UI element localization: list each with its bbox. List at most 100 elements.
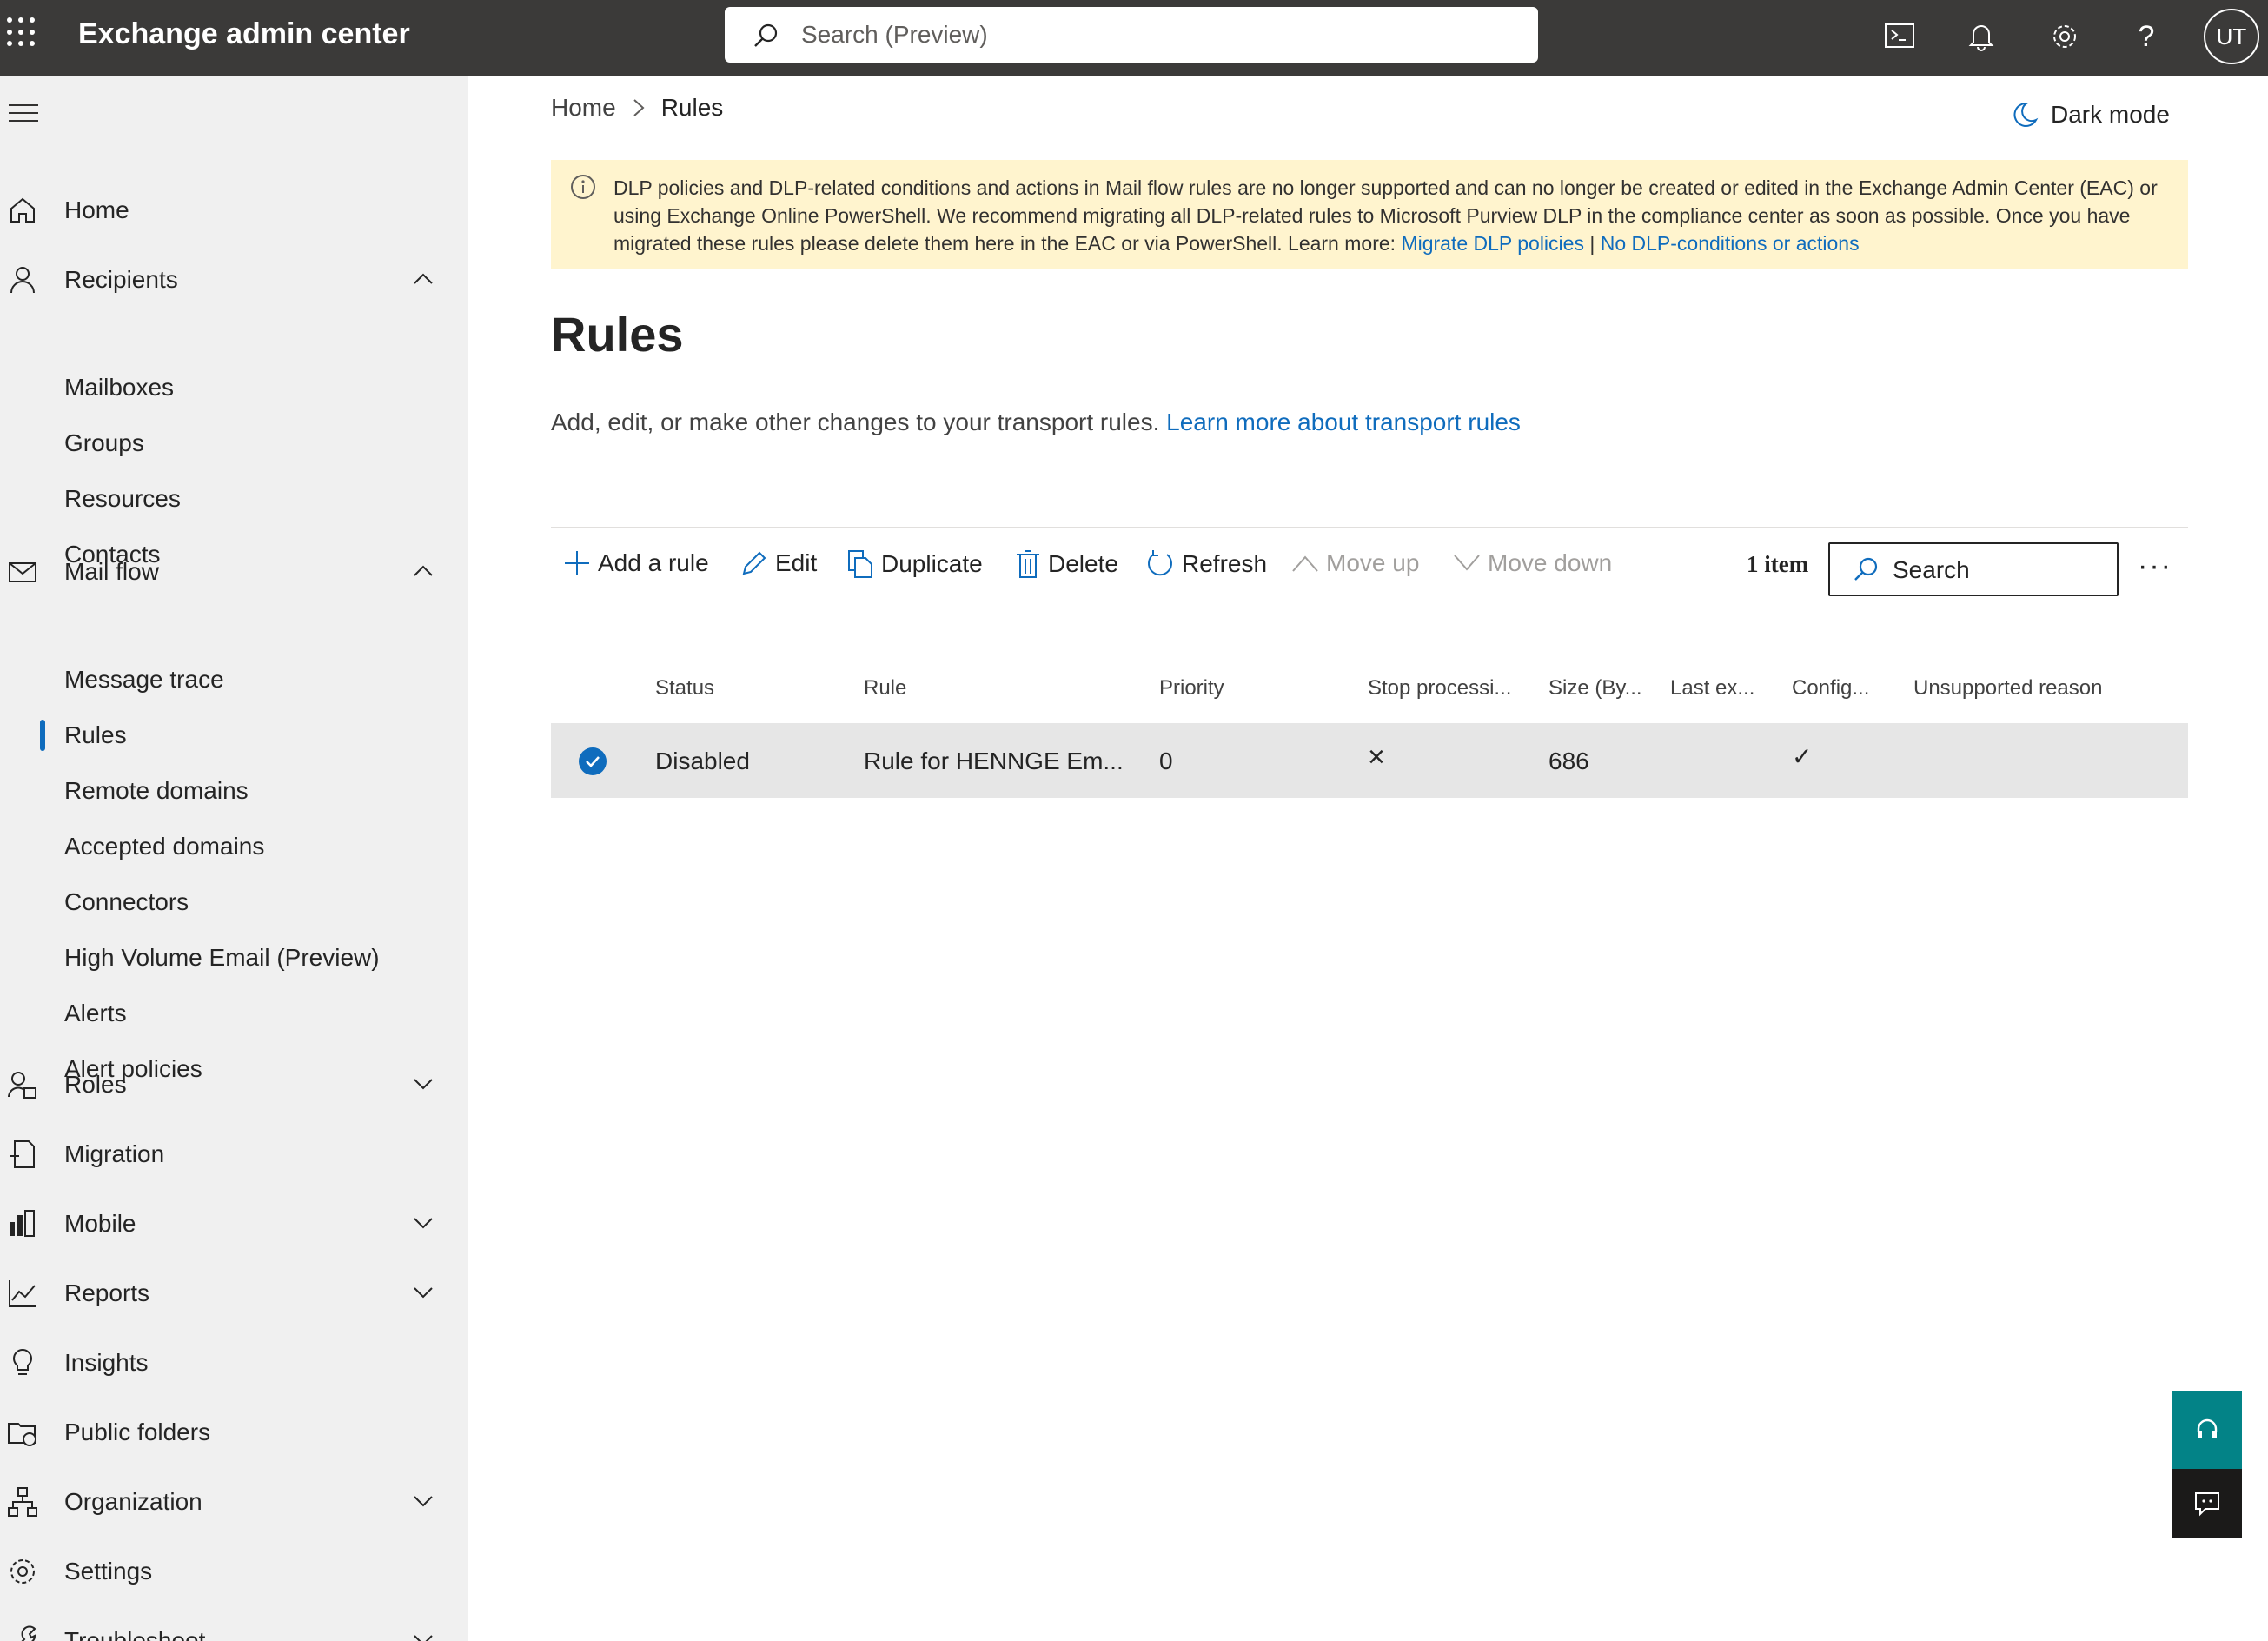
nav-mailboxes[interactable]: Mailboxes	[0, 363, 468, 414]
nav-mailboxes-label: Mailboxes	[64, 374, 175, 401]
global-search-input[interactable]: Search (Preview)	[725, 7, 1538, 63]
move-up-button[interactable]: Move up	[1291, 549, 1419, 577]
help-support-button[interactable]	[2172, 1391, 2242, 1469]
active-indicator	[40, 720, 45, 751]
home-icon	[10, 197, 35, 223]
search-icon	[754, 23, 778, 47]
nav-organization[interactable]: Organization	[0, 1474, 468, 1530]
nav-rules[interactable]: Rules	[0, 711, 468, 761]
nav-reports-label: Reports	[64, 1279, 150, 1306]
table-row[interactable]: Disabled Rule for HENNGE Em... 0 × 686 ✓	[551, 723, 2188, 798]
breadcrumb-home[interactable]: Home	[551, 94, 616, 122]
cell-config: ✓	[1792, 743, 1813, 770]
breadcrumb: Home Rules	[551, 94, 723, 122]
nav-message-trace-label: Message trace	[64, 666, 224, 693]
refresh-button[interactable]: Refresh	[1145, 549, 1267, 579]
nav-alerts-label: Alerts	[64, 1000, 127, 1026]
nav-recipients-label: Recipients	[64, 266, 178, 293]
trash-icon	[1017, 550, 1039, 578]
plus-icon	[565, 551, 589, 575]
nav-home-label: Home	[64, 196, 129, 223]
nav-mail-flow[interactable]: Mail flow	[0, 544, 468, 600]
person-icon	[10, 267, 35, 294]
nav-resources-label: Resources	[64, 485, 181, 512]
page-title: Rules	[551, 307, 684, 362]
nav-reports[interactable]: Reports	[0, 1266, 468, 1321]
banner-text: DLP policies and DLP-related conditions …	[613, 176, 2158, 255]
user-avatar[interactable]: UT	[2204, 9, 2259, 64]
chat-feedback-icon	[2195, 1492, 2219, 1517]
add-rule-button[interactable]: Add a rule	[563, 549, 709, 577]
column-header-rule[interactable]: Rule	[864, 676, 906, 701]
edit-label: Edit	[775, 549, 818, 576]
move-down-button[interactable]: Move down	[1453, 549, 1612, 577]
nav-mobile[interactable]: Mobile	[0, 1196, 468, 1252]
cell-priority: 0	[1159, 747, 1173, 774]
nav-recipients[interactable]: Recipients	[0, 252, 468, 308]
column-header-last-executed[interactable]: Last ex...	[1670, 676, 1754, 701]
chevron-down-icon	[1454, 555, 1480, 571]
column-header-config[interactable]: Config...	[1792, 676, 1869, 701]
migrate-dlp-link[interactable]: Migrate DLP policies	[1401, 232, 1584, 255]
cell-status: Disabled	[655, 747, 750, 774]
column-header-unsupported-reason[interactable]: Unsupported reason	[1913, 676, 2102, 701]
duplicate-label: Duplicate	[881, 550, 983, 577]
nav-organization-label: Organization	[64, 1488, 202, 1515]
nav-mobile-label: Mobile	[64, 1210, 136, 1237]
learn-more-transport-rules-link[interactable]: Learn more about transport rules	[1166, 409, 1521, 435]
column-header-size[interactable]: Size (By...	[1548, 676, 1642, 701]
row-selected-checkbox[interactable]	[579, 747, 607, 775]
app-title[interactable]: Exchange admin center	[78, 17, 410, 51]
nav-connectors[interactable]: Connectors	[0, 878, 468, 928]
more-options-button[interactable]: ···	[2138, 549, 2172, 583]
delete-label: Delete	[1048, 550, 1118, 577]
nav-roles-label: Roles	[64, 1071, 127, 1098]
wrench-icon	[21, 1625, 36, 1641]
nav-alerts[interactable]: Alerts	[0, 989, 468, 1040]
rules-search-input[interactable]: Search	[1828, 542, 2119, 596]
organization-icon	[8, 1487, 37, 1517]
help-question-icon[interactable]: ?	[2125, 16, 2167, 57]
nav-high-volume-email[interactable]: High Volume Email (Preview)	[0, 933, 468, 984]
nav-groups[interactable]: Groups	[0, 419, 468, 469]
column-header-status[interactable]: Status	[655, 676, 714, 701]
mobile-icon	[10, 1210, 35, 1237]
nav-settings[interactable]: Settings	[0, 1544, 468, 1599]
nav-mail-flow-label: Mail flow	[64, 558, 159, 585]
refresh-label: Refresh	[1182, 550, 1268, 577]
nav-migration[interactable]: Migration	[0, 1126, 468, 1182]
left-navigation: Home Recipients Mailboxes Groups Resourc…	[0, 76, 468, 1641]
no-dlp-conditions-link[interactable]: No DLP-conditions or actions	[1601, 232, 1860, 255]
nav-accepted-domains-label: Accepted domains	[64, 833, 265, 860]
nav-troubleshoot[interactable]: Troubleshoot	[0, 1613, 468, 1641]
nav-message-trace[interactable]: Message trace	[0, 655, 468, 706]
edit-button[interactable]: Edit	[740, 549, 817, 577]
settings-gear-icon[interactable]	[2044, 16, 2086, 57]
column-header-priority[interactable]: Priority	[1159, 676, 1224, 701]
chevron-down-icon	[414, 1496, 433, 1507]
cloud-shell-icon[interactable]	[1879, 16, 1920, 57]
dark-mode-toggle[interactable]: Dark mode	[2011, 101, 2170, 129]
feedback-button[interactable]	[2172, 1469, 2242, 1538]
nav-resources[interactable]: Resources	[0, 475, 468, 525]
nav-insights[interactable]: Insights	[0, 1335, 468, 1391]
nav-public-folders[interactable]: Public folders	[0, 1405, 468, 1460]
nav-connectors-label: Connectors	[64, 888, 189, 915]
delete-button[interactable]: Delete	[1015, 549, 1118, 579]
duplicate-button[interactable]: Duplicate	[846, 549, 983, 579]
duplicate-icon	[848, 550, 872, 578]
nav-roles[interactable]: Roles	[0, 1057, 468, 1113]
pencil-icon	[742, 551, 766, 575]
refresh-icon	[1148, 550, 1172, 576]
item-count: 1 item	[1747, 551, 1809, 577]
nav-accepted-domains[interactable]: Accepted domains	[0, 822, 468, 873]
nav-remote-domains[interactable]: Remote domains	[0, 767, 468, 817]
move-up-label: Move up	[1326, 549, 1420, 576]
page-description: Add, edit, or make other changes to your…	[551, 409, 1521, 436]
app-launcher-icon[interactable]	[7, 17, 36, 47]
nav-groups-label: Groups	[64, 429, 144, 456]
collapse-navigation-icon[interactable]	[9, 104, 38, 128]
notifications-bell-icon[interactable]	[1960, 16, 2002, 57]
column-header-stop-processing[interactable]: Stop processi...	[1368, 676, 1511, 701]
nav-home[interactable]: Home	[0, 183, 468, 238]
